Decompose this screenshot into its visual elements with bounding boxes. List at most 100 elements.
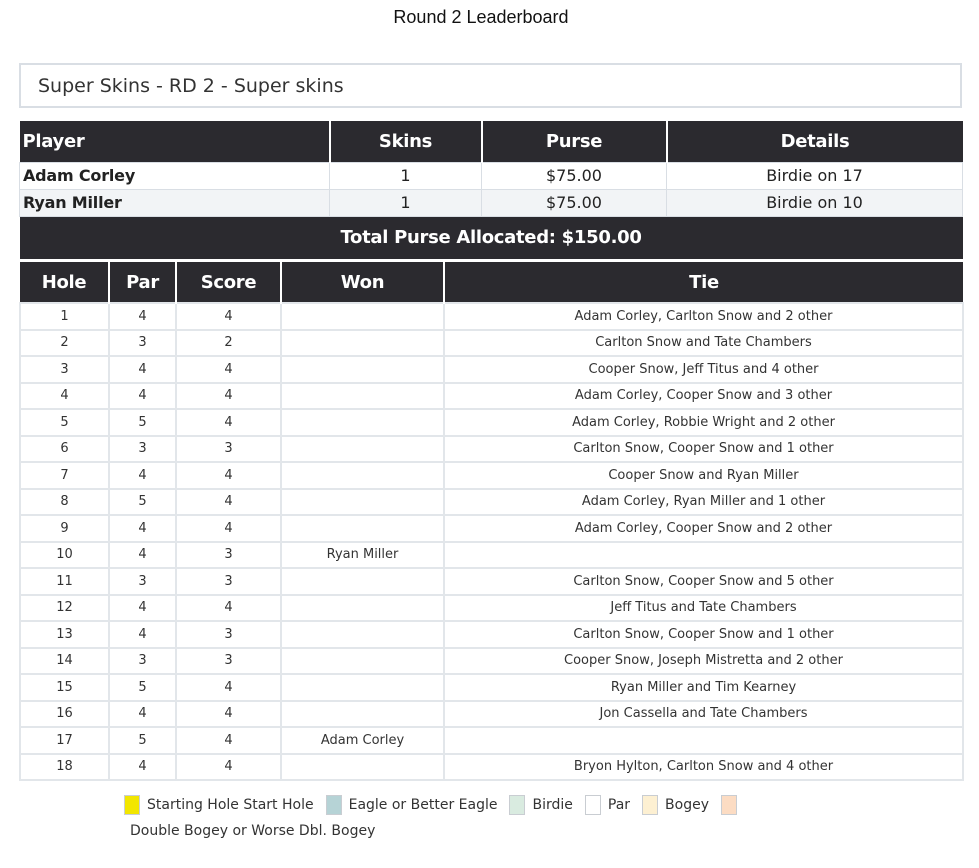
hole-number: 14 [19,646,110,675]
legend-label: Double Bogey or Worse Dbl. Bogey [130,823,376,839]
hole-score: 4 [175,699,282,728]
hole-par: 4 [108,461,177,490]
table-row: 12 4 4 Jeff Titus and Tate Chambers [19,593,964,622]
table-row: 2 3 2 Carlton Snow and Tate Chambers [19,328,964,357]
hole-score: 4 [175,726,282,755]
table-row: 16 4 4 Jon Cassella and Tate Chambers [19,699,964,728]
skin-details: Birdie on 10 [666,188,963,217]
hole-winner [280,408,445,437]
column-header-score[interactable]: Score [176,262,282,303]
hole-tie: Carlton Snow and Tate Chambers [443,328,964,357]
total-row: Total Purse Allocated: $150.00 [19,216,963,259]
table-row: 10 4 3 Ryan Miller [19,540,964,569]
hole-number: 17 [19,726,110,755]
skin-details: Birdie on 17 [666,161,963,190]
hole-tie: Carlton Snow, Cooper Snow and 5 other [443,567,964,596]
table-row: 8 5 4 Adam Corley, Ryan Miller and 1 other [19,487,964,516]
legend-label: Eagle or Better Eagle [348,797,498,813]
hole-number: 4 [19,381,110,410]
table-row: 6 3 3 Carlton Snow, Cooper Snow and 1 other [19,434,964,463]
hole-score: 3 [175,540,282,569]
hole-winner [280,302,445,331]
player-name: Ryan Miller [19,188,330,217]
hole-number: 2 [19,328,110,357]
player-name: Adam Corley [19,161,330,190]
hole-score: 4 [175,408,282,437]
hole-par: 4 [108,593,177,622]
column-header-par[interactable]: Par [109,262,177,303]
column-header-won[interactable]: Won [281,262,445,303]
column-header-purse[interactable]: Purse [481,121,668,162]
hole-winner: Adam Corley [280,726,445,755]
column-header-tie[interactable]: Tie [444,262,963,303]
legend-swatch-double-bogey [721,795,737,815]
hole-number: 3 [19,355,110,384]
hole-tie: Ryan Miller and Tim Kearney [443,673,964,702]
hole-number: 15 [19,673,110,702]
table-row: 13 4 3 Carlton Snow, Cooper Snow and 1 othe… [19,620,964,649]
column-header-skins[interactable]: Skins [329,121,483,162]
legend-label: Bogey [665,797,709,813]
table-row: 15 5 4 Ryan Miller and Tim Kearney [19,673,964,702]
table-row: 4 4 4 Adam Corley, Cooper Snow and 3 other [19,381,964,410]
hole-winner [280,381,445,410]
hole-par: 4 [108,381,177,410]
hole-par: 4 [108,620,177,649]
hole-tie: Cooper Snow, Joseph Mistretta and 2 othe… [443,646,964,675]
hole-tie: Jeff Titus and Tate Chambers [443,593,964,622]
hole-par: 3 [108,567,177,596]
skins-count: 1 [329,161,482,190]
hole-par: 5 [108,726,177,755]
hole-par: 4 [108,699,177,728]
hole-winner [280,461,445,490]
hole-winner [280,434,445,463]
hole-score: 3 [175,434,282,463]
holes-table-header: Hole Par Score Won Tie [20,262,963,303]
hole-par: 5 [108,673,177,702]
column-header-hole[interactable]: Hole [20,262,110,303]
table-row: 9 4 4 Adam Corley, Cooper Snow and 2 other [19,514,964,543]
table-row: 11 3 3 Carlton Snow, Cooper Snow and 5 othe… [19,567,964,596]
hole-score: 4 [175,461,282,490]
hole-tie: Adam Corley, Robbie Wright and 2 other [443,408,964,437]
hole-tie: Carlton Snow, Cooper Snow and 1 other [443,620,964,649]
section-header: Super Skins - RD 2 - Super skins [19,63,962,108]
hole-number: 5 [19,408,110,437]
hole-number: 9 [19,514,110,543]
hole-score: 3 [175,646,282,675]
hole-winner [280,355,445,384]
column-header-player[interactable]: Player [19,121,331,162]
hole-number: 18 [19,752,110,781]
hole-winner [280,593,445,622]
hole-number: 11 [19,567,110,596]
hole-tie: Bryon Hylton, Carlton Snow and 4 other [443,752,964,781]
hole-winner [280,620,445,649]
hole-winner [280,567,445,596]
table-row: 5 5 4 Adam Corley, Robbie Wright and 2 othe… [19,408,964,437]
legend-swatch-bogey [642,795,659,815]
hole-winner [280,673,445,702]
hole-par: 5 [108,408,177,437]
table-row: 18 4 4 Bryon Hylton, Carlton Snow and 4 oth… [19,752,964,781]
hole-number: 1 [19,302,110,331]
legend-swatch-eagle [325,795,342,815]
legend-swatch-par [584,795,601,815]
hole-number: 12 [19,593,110,622]
hole-par: 3 [108,434,177,463]
table-row: 3 4 4 Cooper Snow, Jeff Titus and 4 other [19,355,964,384]
hole-winner [280,328,445,357]
hole-winner [280,514,445,543]
purse-table-header: Player Skins Purse Details [19,121,963,162]
purse-amount: $75.00 [481,161,667,190]
hole-score: 4 [175,673,282,702]
column-header-details[interactable]: Details [666,121,963,162]
legend-row: Double Bogey or Worse Dbl. Bogey [130,819,744,843]
hole-par: 4 [108,540,177,569]
table-row: Adam Corley 1 $75.00 Birdie on 17 [19,161,963,190]
hole-par: 4 [108,752,177,781]
hole-score: 3 [175,567,282,596]
hole-par: 3 [108,646,177,675]
hole-number: 16 [19,699,110,728]
score-legend: Starting Hole Start Hole Eagle or Better… [124,793,744,843]
hole-tie [443,540,964,569]
